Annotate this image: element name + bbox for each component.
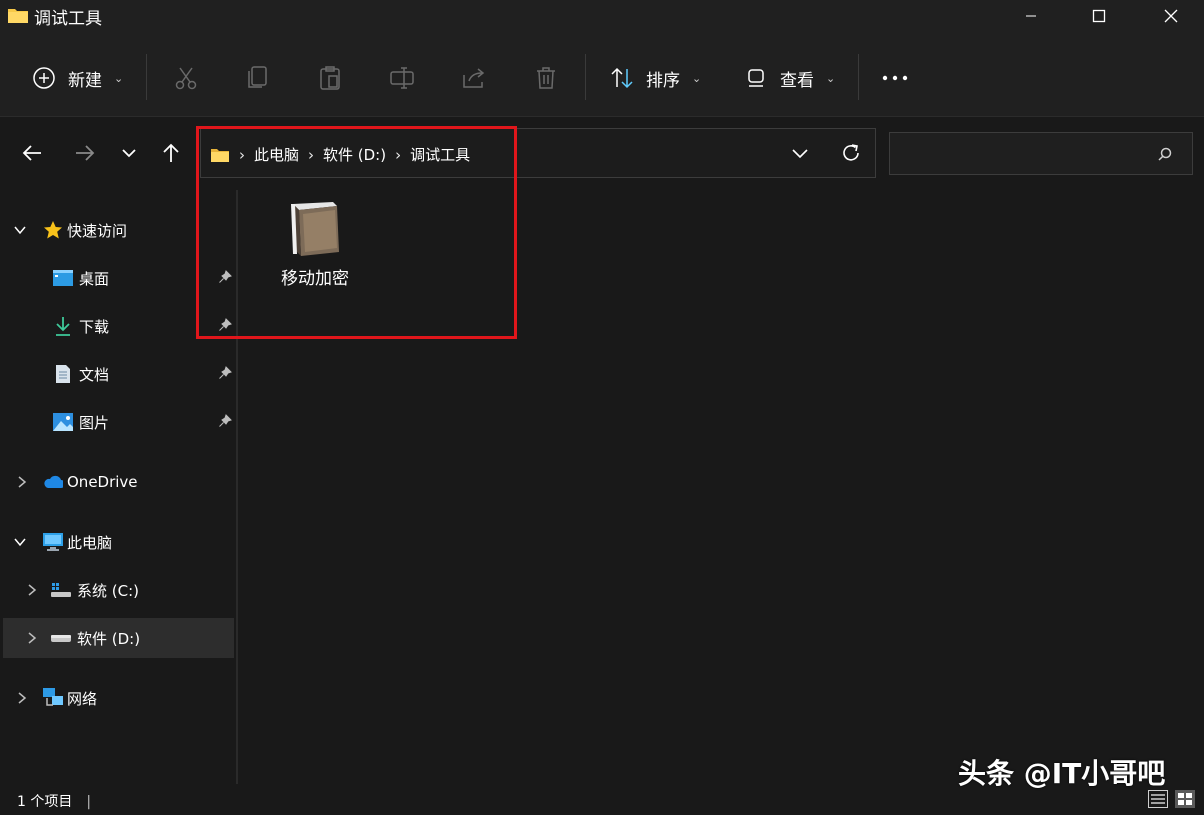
forward-button[interactable]: [70, 138, 100, 168]
chevron-down-icon: [11, 221, 29, 239]
sidebar-item-network[interactable]: 网络: [3, 678, 234, 718]
chevron-down-icon: [122, 149, 136, 158]
sort-button[interactable]: 排序 ⌄: [608, 64, 701, 92]
refresh-button[interactable]: [840, 142, 862, 164]
more-button[interactable]: [881, 64, 909, 92]
drive-icon: [51, 628, 71, 648]
new-label: 新建: [68, 70, 102, 91]
cloud-icon: [43, 472, 63, 492]
tiles-view-button[interactable]: [1175, 790, 1195, 808]
search-input[interactable]: [889, 132, 1193, 175]
arrow-right-icon: [76, 145, 95, 161]
details-view-icon: [1148, 790, 1168, 808]
pin-icon[interactable]: [218, 366, 232, 380]
toolbar-divider: [585, 54, 586, 100]
minimize-button[interactable]: [1008, 0, 1054, 32]
rename-icon: [390, 67, 414, 89]
chevron-down-icon: ⌄: [114, 71, 124, 85]
sidebar-item-label: 系统 (C:): [77, 581, 139, 600]
pin-icon[interactable]: [218, 414, 232, 428]
chevron-right-icon: [13, 473, 31, 491]
watermark: 头条 @IT小哥吧: [958, 757, 1166, 790]
sidebar-item-pictures[interactable]: 图片: [3, 402, 234, 442]
sidebar-item-label: 快速访问: [67, 221, 128, 240]
cut-button[interactable]: [172, 64, 200, 92]
plus-circle-icon: [30, 64, 58, 92]
share-icon: [463, 68, 485, 88]
sidebar-item-drive-d[interactable]: 软件 (D:): [3, 618, 234, 658]
sidebar-item-onedrive[interactable]: OneDrive: [3, 462, 234, 502]
sidebar-item-label: OneDrive: [67, 473, 138, 491]
highlight-box: [196, 126, 517, 339]
sidebar-item-label: 软件 (D:): [77, 629, 141, 648]
copy-button[interactable]: [244, 64, 272, 92]
chevron-down-icon: [792, 149, 808, 159]
picture-icon: [53, 412, 73, 432]
view-icon: [742, 64, 770, 92]
close-button[interactable]: [1148, 0, 1194, 32]
folder-icon: [7, 6, 29, 24]
sort-icon: [608, 64, 636, 92]
arrow-up-icon: [163, 143, 179, 162]
delete-button[interactable]: [532, 64, 560, 92]
paste-button[interactable]: [316, 64, 344, 92]
clipboard-icon: [320, 66, 340, 90]
tiles-view-icon: [1175, 790, 1195, 808]
view-label: 查看: [780, 70, 814, 91]
address-history-button[interactable]: [790, 144, 810, 162]
maximize-icon: [1092, 9, 1106, 23]
trash-icon: [537, 67, 555, 89]
maximize-button[interactable]: [1076, 0, 1122, 32]
sidebar-item-label: 下载: [79, 317, 110, 336]
view-button[interactable]: 查看 ⌄: [742, 64, 835, 92]
chevron-down-icon: ⌄: [692, 71, 702, 85]
chevron-down-icon: [11, 533, 29, 551]
sidebar-item-drive-c[interactable]: 系统 (C:): [3, 570, 234, 610]
up-button[interactable]: [156, 138, 186, 168]
minimize-icon: [1026, 15, 1036, 17]
more-icon: [882, 75, 908, 81]
new-button[interactable]: 新建 ⌄: [30, 64, 123, 92]
chevron-right-icon: [23, 629, 41, 647]
sidebar-item-label: 桌面: [79, 269, 110, 288]
star-icon: [43, 220, 63, 240]
chevron-right-icon: [23, 581, 41, 599]
desktop-icon: [53, 268, 73, 288]
search-icon: [1157, 146, 1173, 162]
back-button[interactable]: [17, 138, 47, 168]
rename-button[interactable]: [388, 64, 416, 92]
chevron-right-icon: [13, 689, 31, 707]
sidebar-item-label: 网络: [67, 689, 98, 708]
sidebar-item-label: 文档: [79, 365, 110, 384]
close-icon: [1164, 9, 1178, 23]
arrow-left-icon: [22, 145, 41, 161]
refresh-icon: [843, 144, 859, 161]
share-button[interactable]: [460, 64, 488, 92]
recent-locations-button[interactable]: [114, 138, 144, 168]
document-icon: [53, 364, 73, 384]
sidebar-item-label: 图片: [79, 413, 110, 432]
download-icon: [53, 316, 73, 336]
sidebar-item-documents[interactable]: 文档: [3, 354, 234, 394]
sort-label: 排序: [646, 70, 680, 91]
computer-icon: [43, 532, 63, 552]
system-drive-icon: [51, 580, 71, 600]
sidebar-item-this-pc[interactable]: 此电脑: [3, 522, 234, 562]
scissors-icon: [175, 67, 197, 90]
network-icon: [43, 688, 63, 708]
toolbar-divider: [858, 54, 859, 100]
toolbar-divider: [146, 54, 147, 100]
chevron-down-icon: ⌄: [826, 71, 836, 85]
copy-icon: [248, 66, 267, 88]
window-title: 调试工具: [34, 9, 102, 29]
item-count: 1 个项目 |: [17, 794, 92, 810]
sidebar-item-label: 此电脑: [67, 533, 113, 552]
details-view-button[interactable]: [1148, 790, 1168, 808]
